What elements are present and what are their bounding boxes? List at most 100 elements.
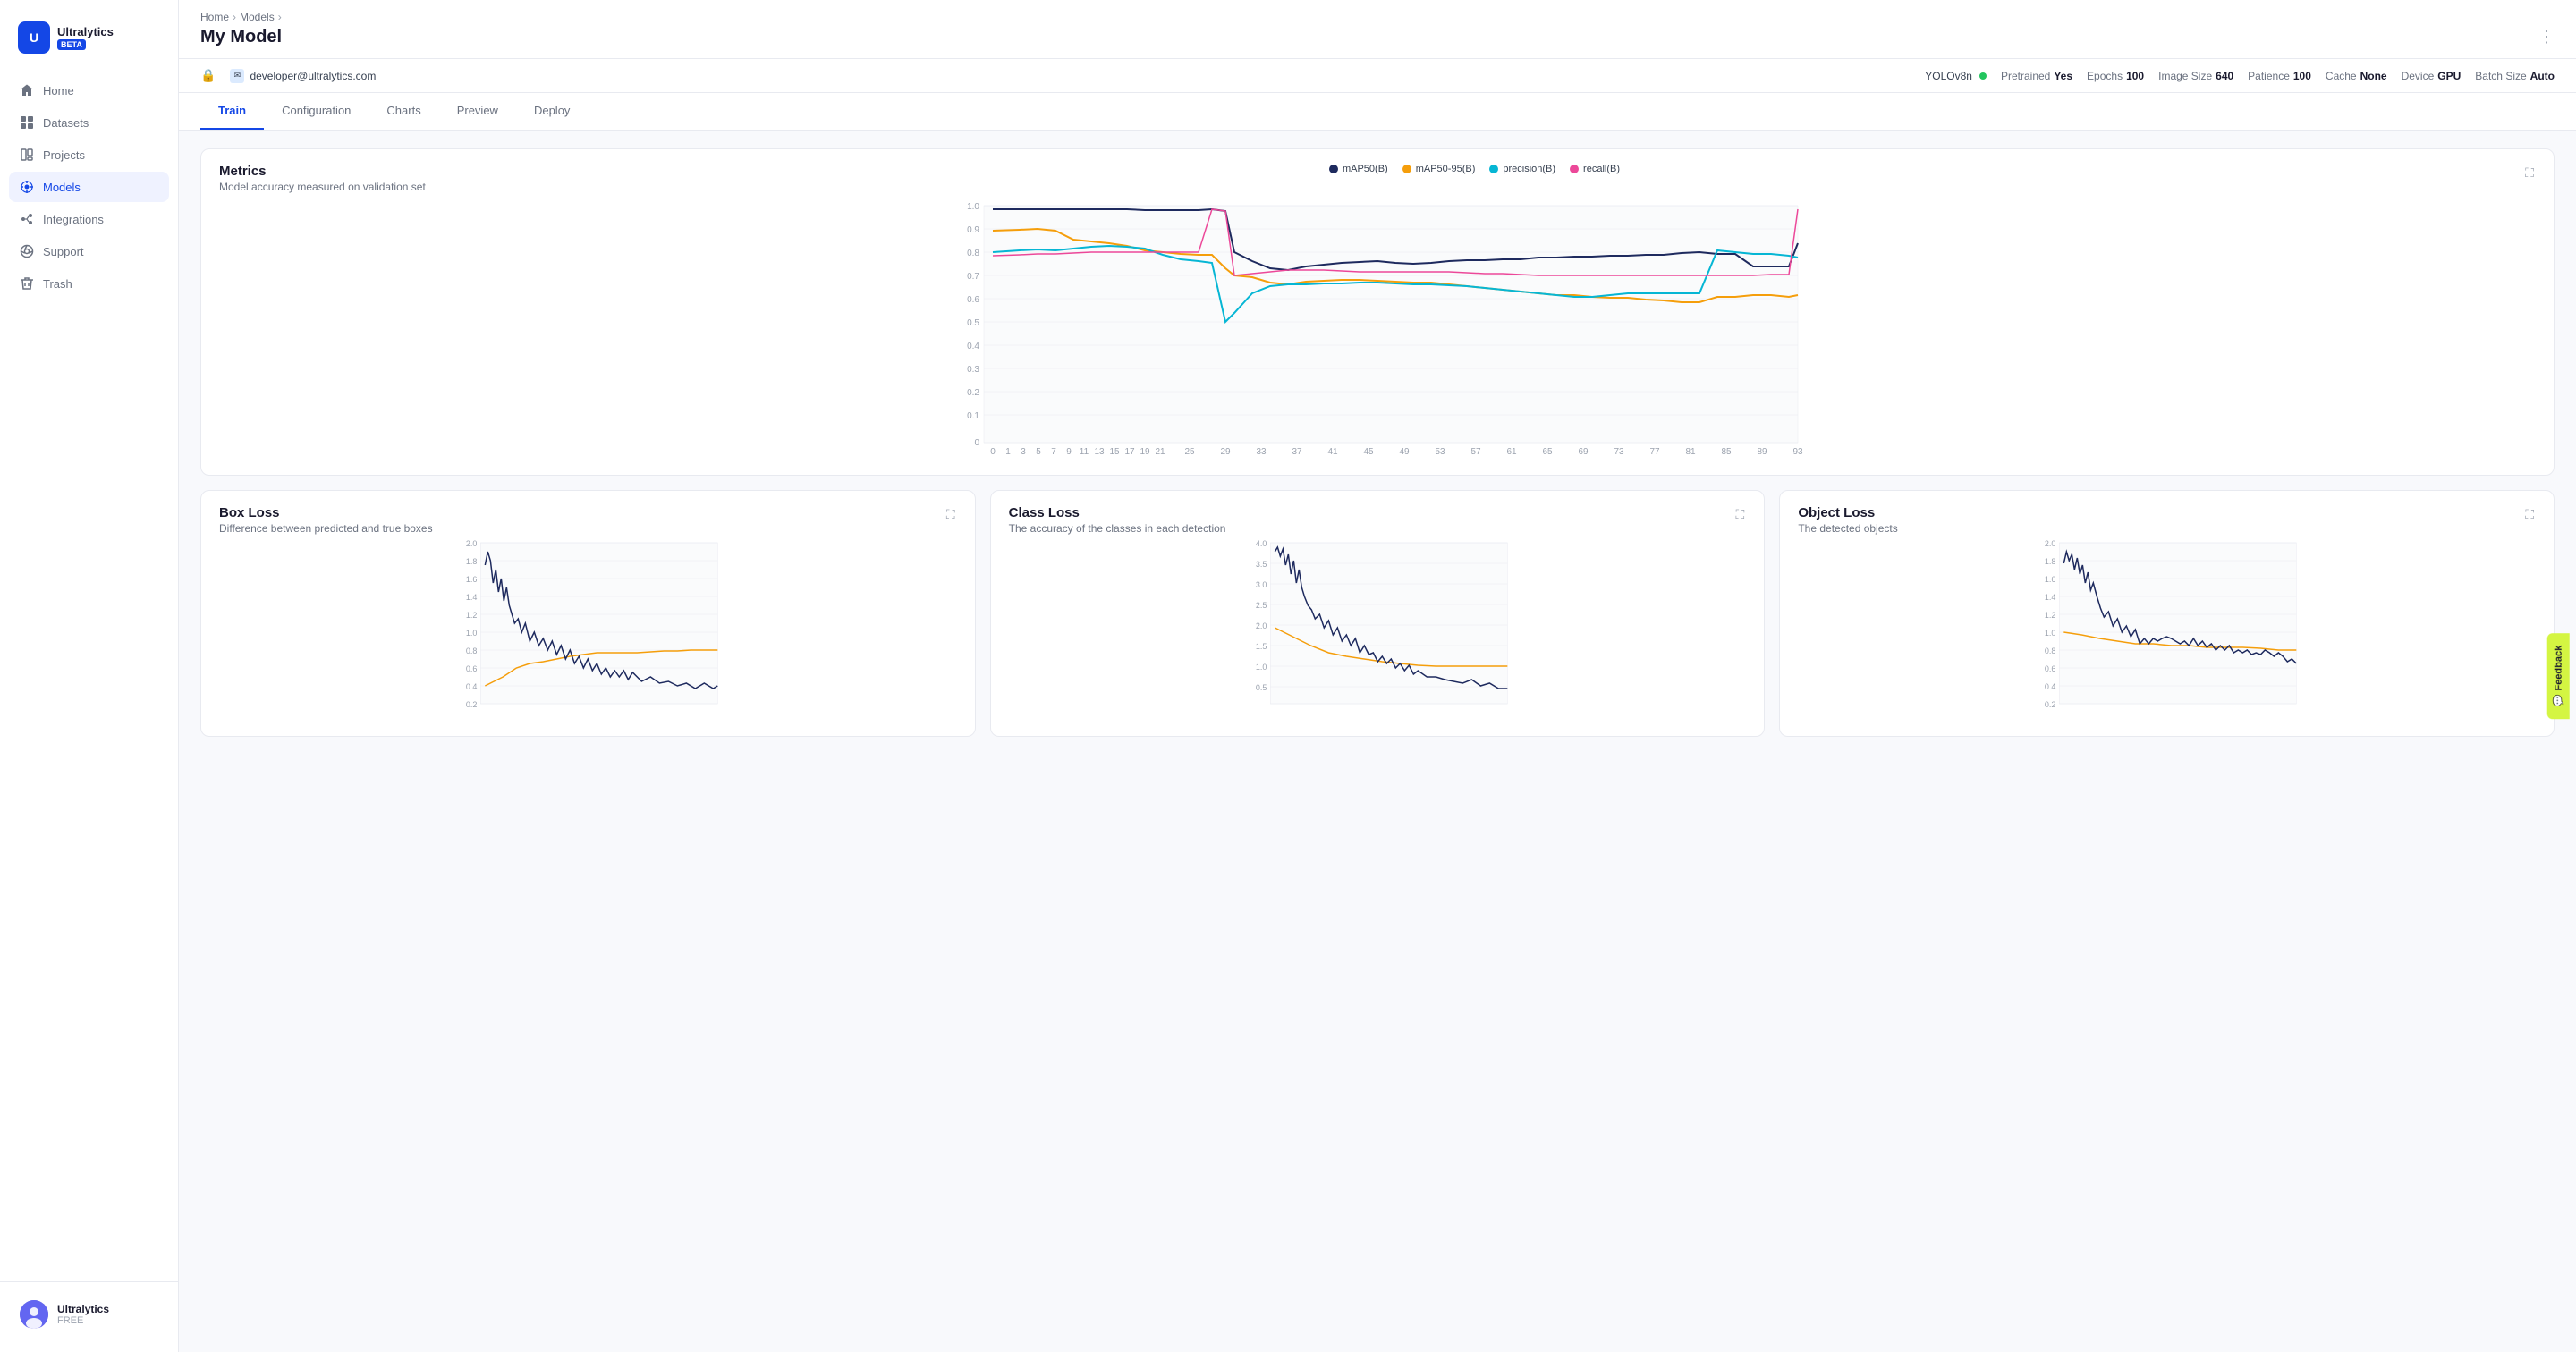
status-dot	[1979, 72, 1987, 80]
svg-text:33: 33	[1256, 447, 1267, 456]
svg-text:1.0: 1.0	[1255, 663, 1267, 672]
metrics-chart-svg: 1.0 0.9 0.8 0.7 0.6 0.5 0.4 0.3 0.2 0.1 …	[219, 197, 2536, 456]
breadcrumb-home[interactable]: Home	[200, 11, 229, 23]
tabs-bar: Train Configuration Charts Preview Deplo…	[179, 93, 2576, 131]
model-email: ✉ developer@ultralytics.com	[230, 69, 376, 83]
svg-text:0.8: 0.8	[2045, 646, 2056, 655]
cache-param: Cache None	[2326, 70, 2387, 82]
model-info-bar: 🔒 ✉ developer@ultralytics.com YOLOv8n Pr…	[179, 59, 2576, 93]
svg-text:0.4: 0.4	[2045, 682, 2056, 691]
svg-text:1.2: 1.2	[466, 611, 478, 620]
svg-text:1.0: 1.0	[466, 629, 478, 638]
batch-size-label: Batch Size	[2475, 70, 2526, 82]
metrics-chart-title: Metrics	[219, 164, 426, 179]
sidebar-item-label: Projects	[43, 148, 85, 162]
trash-icon	[20, 276, 34, 291]
svg-text:81: 81	[1685, 447, 1696, 456]
sidebar-item-support[interactable]: Support	[9, 236, 169, 266]
svg-text:1.0: 1.0	[2045, 629, 2056, 638]
user-name: Ultralytics	[57, 1303, 109, 1315]
datasets-icon	[20, 115, 34, 130]
class-loss-expand-button[interactable]: ⛶	[1734, 505, 1747, 524]
svg-text:17: 17	[1124, 447, 1135, 456]
feedback-icon: 💬	[2552, 695, 2563, 707]
tab-configuration[interactable]: Configuration	[264, 93, 369, 130]
tab-train[interactable]: Train	[200, 93, 264, 130]
sidebar-item-home[interactable]: Home	[9, 75, 169, 106]
svg-text:0.2: 0.2	[466, 700, 478, 709]
feedback-button[interactable]: 💬 Feedback	[2546, 633, 2569, 719]
sidebar-item-datasets[interactable]: Datasets	[9, 107, 169, 138]
sidebar-item-label: Trash	[43, 277, 72, 291]
svg-text:25: 25	[1184, 447, 1195, 456]
svg-text:57: 57	[1470, 447, 1481, 456]
svg-text:15: 15	[1109, 447, 1120, 456]
sidebar-item-integrations[interactable]: Integrations	[9, 204, 169, 234]
sidebar-item-label: Datasets	[43, 116, 89, 130]
class-loss-card: Class Loss The accuracy of the classes i…	[990, 490, 1766, 737]
object-loss-expand-button[interactable]: ⛶	[2523, 505, 2536, 524]
sidebar-item-label: Home	[43, 84, 74, 97]
content-area: Metrics Model accuracy measured on valid…	[179, 131, 2576, 1352]
svg-text:1.6: 1.6	[466, 575, 478, 584]
svg-text:49: 49	[1399, 447, 1410, 456]
image-size-label: Image Size	[2158, 70, 2212, 82]
device-value: GPU	[2437, 70, 2461, 82]
sidebar-item-label: Integrations	[43, 213, 104, 226]
sidebar-item-trash[interactable]: Trash	[9, 268, 169, 299]
svg-text:85: 85	[1721, 447, 1732, 456]
svg-text:1.6: 1.6	[2045, 575, 2056, 584]
legend-precision: precision(B)	[1489, 164, 1555, 174]
feedback-label: Feedback	[2553, 646, 2563, 691]
more-options-button[interactable]: ⋮	[2538, 28, 2555, 46]
box-loss-expand-button[interactable]: ⛶	[945, 505, 957, 524]
svg-text:93: 93	[1792, 447, 1803, 456]
metrics-chart-legend: mAP50(B) mAP50-95(B) precision(B) recall…	[1329, 164, 1620, 174]
object-loss-header: Object Loss The detected objects ⛶	[1798, 505, 2536, 535]
integrations-icon	[20, 212, 34, 226]
svg-text:69: 69	[1578, 447, 1589, 456]
object-loss-info: Object Loss The detected objects	[1798, 505, 1897, 535]
breadcrumb-models[interactable]: Models	[240, 11, 275, 23]
tab-preview[interactable]: Preview	[439, 93, 516, 130]
svg-text:19: 19	[1140, 447, 1150, 456]
tab-deploy[interactable]: Deploy	[516, 93, 588, 130]
tab-charts[interactable]: Charts	[369, 93, 438, 130]
svg-text:2.0: 2.0	[1255, 621, 1267, 630]
models-icon	[20, 180, 34, 194]
svg-text:7: 7	[1051, 447, 1056, 456]
header: Home › Models › My Model ⋮	[179, 0, 2576, 59]
svg-text:0.1: 0.1	[967, 411, 979, 421]
cache-value: None	[2360, 70, 2387, 82]
svg-text:0.8: 0.8	[967, 249, 979, 258]
metrics-chart-subtitle: Model accuracy measured on validation se…	[219, 181, 426, 193]
svg-text:0.3: 0.3	[967, 365, 979, 375]
email-address: developer@ultralytics.com	[250, 70, 376, 82]
user-profile[interactable]: Ultralytics FREE	[9, 1291, 169, 1338]
svg-text:0.2: 0.2	[967, 388, 979, 398]
object-loss-subtitle: The detected objects	[1798, 522, 1897, 535]
box-loss-card: Box Loss Difference between predicted an…	[200, 490, 976, 737]
svg-text:21: 21	[1155, 447, 1165, 456]
patience-label: Patience	[2248, 70, 2290, 82]
svg-text:1.4: 1.4	[466, 593, 478, 602]
cache-label: Cache	[2326, 70, 2357, 82]
projects-icon	[20, 148, 34, 162]
class-loss-subtitle: The accuracy of the classes in each dete…	[1009, 522, 1226, 535]
metrics-expand-button[interactable]: ⛶	[2523, 164, 2536, 182]
svg-text:89: 89	[1757, 447, 1767, 456]
svg-text:41: 41	[1327, 447, 1338, 456]
legend-map50: mAP50(B)	[1329, 164, 1388, 174]
main-content: Home › Models › My Model ⋮ 🔒 ✉ developer…	[179, 0, 2576, 1352]
home-icon	[20, 83, 34, 97]
legend-label-map50: mAP50(B)	[1343, 164, 1388, 174]
pretrained-label: Pretrained	[2001, 70, 2050, 82]
epochs-value: 100	[2126, 70, 2144, 82]
svg-text:1.2: 1.2	[2045, 611, 2056, 620]
email-icon: ✉	[230, 69, 244, 83]
legend-dot-map50	[1329, 165, 1338, 173]
sidebar-item-projects[interactable]: Projects	[9, 139, 169, 170]
svg-text:1.8: 1.8	[2045, 557, 2056, 566]
sidebar-nav: Home Datasets Projects Models Integratio…	[0, 75, 178, 1274]
sidebar-item-models[interactable]: Models	[9, 172, 169, 202]
